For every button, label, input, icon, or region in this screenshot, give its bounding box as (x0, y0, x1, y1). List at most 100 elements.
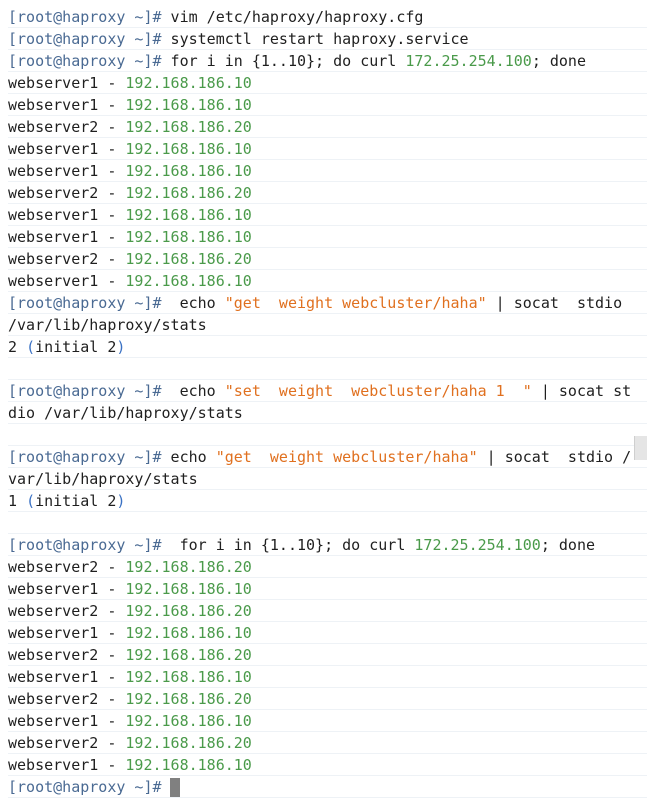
output-text: for i in {1..10}; do curl (161, 52, 406, 70)
terminal-line: [root@haproxy ~]# for i in {1..10}; do c… (8, 50, 647, 72)
output-text: webserver2 - (8, 602, 126, 620)
ip-address: 192.168.186.20 (125, 690, 252, 708)
output-text: vim /etc/haproxy/haproxy.cfg (161, 8, 424, 26)
parenthesis: ( (26, 492, 36, 510)
output-text: webserver1 - (8, 624, 126, 642)
ip-address: 192.168.186.10 (125, 228, 252, 246)
terminal-line: webserver2 - 192.168.186.20 (8, 688, 647, 710)
ip-address: 192.168.186.10 (125, 712, 252, 730)
output-text: webserver2 - (8, 646, 126, 664)
terminal-output: [root@haproxy ~]# vim /etc/haproxy/hapro… (8, 6, 647, 776)
ip-address: 192.168.186.20 (125, 250, 252, 268)
output-text: for i in {1..10}; do curl (161, 536, 415, 554)
terminal-line: [root@haproxy ~]# vim /etc/haproxy/hapro… (8, 6, 647, 28)
output-text: | socat stdio (486, 294, 623, 312)
output-text: ; done (531, 52, 586, 70)
shell-prompt: [root@haproxy ~]# (8, 382, 162, 400)
terminal-line: webserver2 - 192.168.186.20 (8, 116, 647, 138)
output-text: ; done (540, 536, 596, 554)
output-text: | socat stdio / (477, 448, 632, 466)
output-text: webserver2 - (8, 558, 126, 576)
ip-address: 192.168.186.10 (125, 624, 252, 642)
terminal-line: webserver2 - 192.168.186.20 (8, 600, 647, 622)
terminal-window[interactable]: [root@haproxy ~]# vim /etc/haproxy/hapro… (0, 0, 647, 804)
terminal-line: webserver2 - 192.168.186.20 (8, 182, 647, 204)
output-text: webserver2 - (8, 118, 126, 136)
terminal-line: webserver1 - 192.168.186.10 (8, 204, 647, 226)
output-text: 1 (8, 492, 27, 510)
terminal-line: webserver1 - 192.168.186.10 (8, 578, 647, 600)
output-text: systemctl restart haproxy.service (161, 30, 469, 48)
output-text: /var/lib/haproxy/stats (8, 316, 207, 334)
ip-address: 192.168.186.10 (125, 206, 252, 224)
terminal-line: 2 (initial 2) (8, 336, 647, 358)
shell-prompt: [root@haproxy ~]# (8, 30, 162, 48)
ip-address: 192.168.186.10 (125, 580, 252, 598)
string-literal: "get weight webcluster/haha" (215, 448, 478, 466)
output-text: echo (161, 382, 225, 400)
terminal-line: webserver1 - 192.168.186.10 (8, 270, 647, 292)
output-text: webserver1 - (8, 580, 126, 598)
output-text: echo (161, 294, 225, 312)
ip-address: 192.168.186.20 (125, 602, 252, 620)
terminal-line: webserver1 - 192.168.186.10 (8, 94, 647, 116)
terminal-line: [root@haproxy ~]# for i in {1..10}; do c… (8, 534, 647, 556)
output-text: 2 (8, 338, 27, 356)
terminal-line: webserver1 - 192.168.186.10 (8, 138, 647, 160)
ip-address: 192.168.186.10 (125, 96, 252, 114)
terminal-line: [root@haproxy ~]# systemctl restart hapr… (8, 28, 647, 50)
shell-prompt: [root@haproxy ~]# (8, 448, 162, 466)
output-text: webserver1 - (8, 162, 126, 180)
shell-prompt: [root@haproxy ~]# (8, 52, 162, 70)
terminal-line (8, 424, 647, 446)
terminal-line: [root@haproxy ~]# echo "set weight webcl… (8, 380, 647, 402)
output-text: webserver1 - (8, 206, 126, 224)
shell-prompt: [root@haproxy ~]# (8, 8, 162, 26)
ip-address: 192.168.186.20 (125, 118, 252, 136)
output-text: webserver1 - (8, 96, 126, 114)
terminal-line: webserver1 - 192.168.186.10 (8, 666, 647, 688)
output-text: var/lib/haproxy/stats (8, 470, 198, 488)
scrollbar-edge[interactable] (634, 436, 647, 460)
ip-address: 192.168.186.10 (125, 162, 252, 180)
output-text: initial 2 (35, 492, 117, 510)
terminal-line: /var/lib/haproxy/stats (8, 314, 647, 336)
terminal-line: webserver1 - 192.168.186.10 (8, 72, 647, 94)
ip-address: 172.25.254.100 (405, 52, 532, 70)
ip-address: 192.168.186.10 (125, 668, 252, 686)
output-text: webserver1 - (8, 272, 126, 290)
terminal-line: webserver2 - 192.168.186.20 (8, 248, 647, 270)
output-text: initial 2 (35, 338, 117, 356)
terminal-line: dio /var/lib/haproxy/stats (8, 402, 647, 424)
output-text: webserver1 - (8, 712, 126, 730)
ip-address: 172.25.254.100 (414, 536, 541, 554)
terminal-line: [root@haproxy ~]# echo "get weight webcl… (8, 292, 647, 314)
string-literal: "set weight webcluster/haha 1 " (224, 382, 532, 400)
ip-address: 192.168.186.10 (125, 140, 252, 158)
terminal-line: [root@haproxy ~]# echo "get weight webcl… (8, 446, 647, 468)
ip-address: 192.168.186.20 (125, 734, 252, 752)
output-text: webserver2 - (8, 690, 126, 708)
terminal-input-line[interactable]: [root@haproxy ~]# (8, 776, 647, 798)
ip-address: 192.168.186.20 (125, 184, 252, 202)
parenthesis: ) (116, 492, 126, 510)
terminal-line: 1 (initial 2) (8, 490, 647, 512)
shell-prompt: [root@haproxy ~]# (8, 536, 162, 554)
terminal-line: webserver1 - 192.168.186.10 (8, 226, 647, 248)
terminal-line: var/lib/haproxy/stats (8, 468, 647, 490)
terminal-line (8, 358, 647, 380)
terminal-line: webserver2 - 192.168.186.20 (8, 556, 647, 578)
terminal-line: webserver2 - 192.168.186.20 (8, 732, 647, 754)
output-text: webserver1 - (8, 756, 126, 774)
output-text: webserver1 - (8, 228, 126, 246)
shell-prompt: [root@haproxy ~]# (8, 778, 162, 796)
output-text: webserver2 - (8, 734, 126, 752)
ip-address: 192.168.186.10 (125, 756, 252, 774)
output-text: webserver1 - (8, 140, 126, 158)
output-text: webserver1 - (8, 74, 126, 92)
output-text: webserver1 - (8, 668, 126, 686)
ip-address: 192.168.186.20 (125, 646, 252, 664)
output-text: echo (161, 448, 216, 466)
shell-prompt: [root@haproxy ~]# (8, 294, 162, 312)
terminal-line: webserver1 - 192.168.186.10 (8, 754, 647, 776)
